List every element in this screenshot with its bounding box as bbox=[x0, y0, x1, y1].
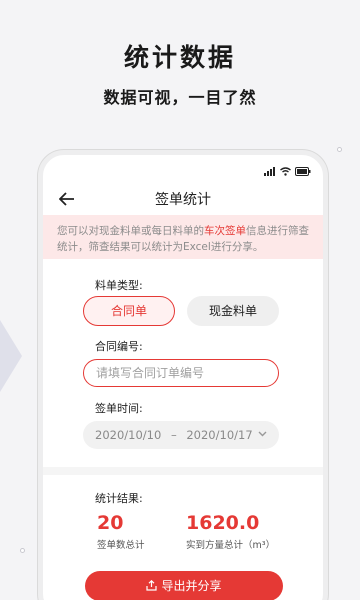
sign-count-value: 20 bbox=[97, 512, 124, 534]
type-option-contract[interactable]: 合同单 bbox=[83, 296, 175, 326]
signal-icon bbox=[264, 161, 276, 180]
decorative-circle-icon bbox=[20, 548, 25, 553]
results-label: 统计结果: bbox=[95, 492, 143, 505]
date-label: 签单时间: bbox=[95, 402, 143, 415]
chevron-down-icon bbox=[258, 421, 267, 449]
decorative-circle-icon bbox=[337, 147, 342, 152]
volume-total-caption: 实到方量总计（m³） bbox=[186, 540, 276, 551]
share-icon bbox=[146, 572, 158, 600]
export-share-button[interactable]: 导出并分享 bbox=[85, 571, 283, 600]
status-bar bbox=[264, 165, 311, 176]
promo-subline: 数据可视，一目了然 bbox=[103, 88, 257, 107]
notice-highlight: 车次签单 bbox=[204, 225, 246, 237]
date-separator: – bbox=[170, 428, 177, 442]
page-title: 签单统计 bbox=[155, 192, 211, 208]
type-label: 料单类型: bbox=[95, 279, 143, 292]
decorative-triangle bbox=[0, 320, 22, 392]
type-option-cash[interactable]: 现金料单 bbox=[187, 296, 279, 326]
notice-text-before: 您可以对现金料单或每日料单的 bbox=[57, 225, 204, 237]
wifi-icon bbox=[280, 161, 291, 180]
contract-label: 合同编号: bbox=[95, 340, 143, 353]
contract-number-input[interactable] bbox=[83, 359, 279, 387]
date-range-picker[interactable]: 2020/10/10 – 2020/10/17 bbox=[83, 421, 279, 449]
date-end: 2020/10/17 bbox=[186, 428, 253, 442]
notice-banner: 您可以对现金料单或每日料单的车次签单信息进行筛查统计，筛查结果可以统计为Exce… bbox=[43, 215, 323, 259]
battery-icon bbox=[295, 161, 311, 180]
top-bar: 签单统计 bbox=[43, 185, 323, 215]
phone-frame: 签单统计 您可以对现金料单或每日料单的车次签单信息进行筛查统计，筛查结果可以统计… bbox=[38, 150, 328, 600]
sign-count-caption: 签单数总计 bbox=[97, 540, 145, 551]
section-divider bbox=[43, 467, 323, 475]
date-start: 2020/10/10 bbox=[95, 428, 162, 442]
promo-headline: 统计数据 bbox=[123, 43, 236, 72]
export-share-label: 导出并分享 bbox=[161, 579, 222, 593]
volume-total-value: 1620.0 bbox=[186, 512, 260, 534]
